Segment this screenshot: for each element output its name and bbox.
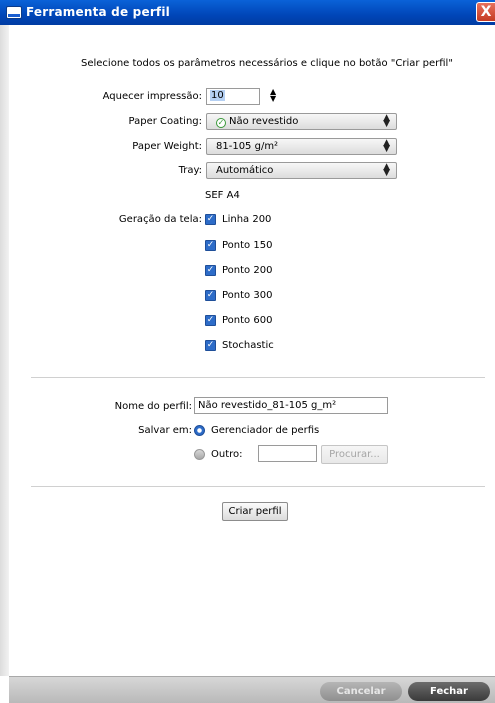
other-path-input[interactable] [258,445,317,462]
paper-coating-value-wrap: ✓ Não revestido [216,116,298,128]
warmup-value: 10 [210,90,225,101]
paper-coating-value: Não revestido [229,116,299,127]
create-profile-button[interactable]: Criar perfil [222,502,288,521]
screening-label: Geração da tela: [118,214,202,225]
radio-other[interactable] [194,449,205,460]
profile-name-input[interactable]: Não revestido_81-105 g_m² [194,397,388,414]
browse-button[interactable]: Procurar... [321,445,388,464]
checkbox-label: Ponto 300 [222,290,273,301]
checkbox-linha-200[interactable]: ✓ [205,214,216,225]
tray-value: Automático [216,165,274,176]
title-bar[interactable]: Ferramenta de perfil X [0,0,495,25]
window-close-button[interactable]: X [476,2,495,22]
checkbox-label: Stochastic [222,340,274,351]
profile-name-label: Nome do perfil: [114,401,192,412]
profile-name-value: Não revestido_81-105 g_m² [198,400,337,411]
footer-bar: Cancelar Fechar [9,676,495,703]
separator [31,377,485,378]
select-arrows-icon: ▲ ▼ [383,138,390,154]
checkbox-label: Ponto 200 [222,265,273,276]
paper-coating-label: Paper Coating: [128,116,202,127]
warmup-input[interactable]: 10 [206,88,260,105]
select-arrows-icon: ▲ ▼ [383,162,390,178]
cancel-button[interactable]: Cancelar [320,682,402,701]
checkbox-ponto-300[interactable]: ✓ [205,290,216,301]
profile-tool-window: Ferramenta de perfil X Selecione todos o… [0,0,495,703]
sheet-info: SEF A4 [205,190,240,201]
left-edge-shade [0,25,9,676]
stepper-down-icon[interactable]: ▼ [270,95,276,103]
radio-label: Outro: [211,449,243,460]
window-icon [6,6,22,19]
green-check-icon: ✓ [216,118,226,128]
checkbox-ponto-200[interactable]: ✓ [205,265,216,276]
separator [31,486,485,487]
instruction-text: Selecione todos os parâmetros necessário… [81,58,453,69]
tray-select[interactable]: Automático ▲ ▼ [206,162,397,179]
paper-weight-select[interactable]: 81-105 g/m² ▲ ▼ [206,138,397,155]
checkbox-ponto-150[interactable]: ✓ [205,240,216,251]
warmup-label: Aquecer impressão: [102,91,202,102]
checkbox-label: Linha 200 [222,214,272,225]
close-button[interactable]: Fechar [408,682,490,701]
paper-weight-label: Paper Weight: [132,141,202,152]
select-arrows-icon: ▲ ▼ [383,113,390,129]
paper-weight-value: 81-105 g/m² [216,141,279,152]
radio-label: Gerenciador de perfis [211,425,320,436]
warmup-stepper[interactable]: ▲ ▼ [270,88,276,103]
checkbox-stochastic[interactable]: ✓ [205,340,216,351]
checkbox-label: Ponto 600 [222,315,273,326]
tray-label: Tray: [178,165,202,176]
checkbox-ponto-600[interactable]: ✓ [205,315,216,326]
radio-profile-manager[interactable] [194,425,205,436]
checkbox-label: Ponto 150 [222,240,273,251]
paper-coating-select[interactable]: ✓ Não revestido ▲ ▼ [206,113,397,130]
save-in-label: Salvar em: [138,425,192,436]
window-title: Ferramenta de perfil [26,5,170,19]
